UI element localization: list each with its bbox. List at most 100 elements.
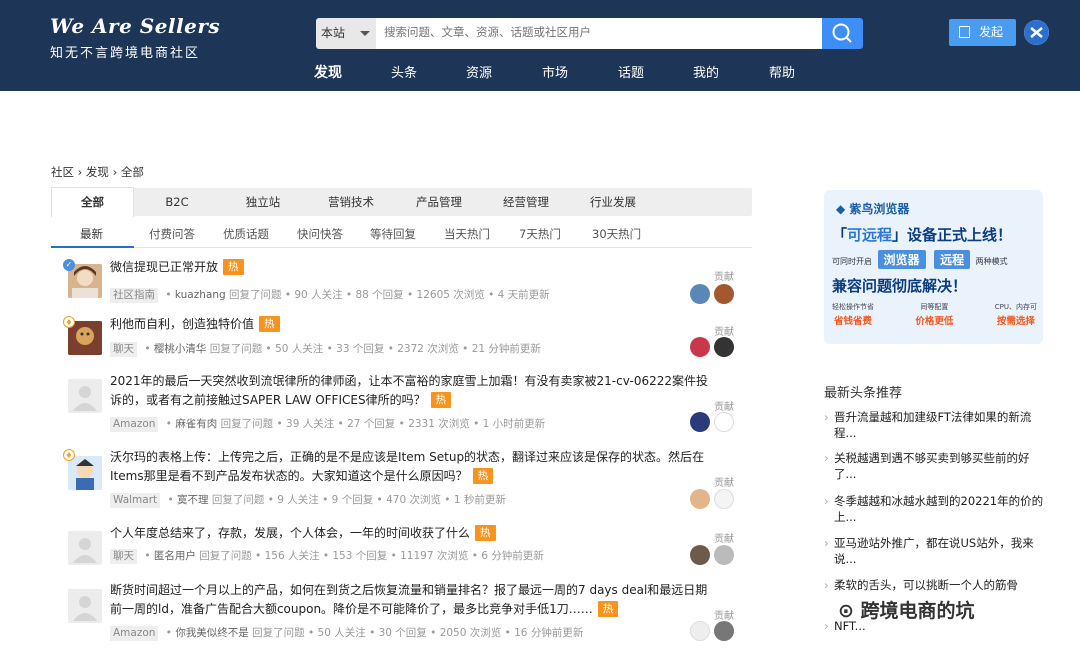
site-logo[interactable]: We Are Sellers 知无不言跨境电商社区: [50, 14, 220, 61]
news-item[interactable]: › 晋升流量越和加建级FT法律如果的新流程...: [824, 409, 1044, 441]
sort-waiting-reply[interactable]: 等待回复: [370, 226, 416, 242]
contributor-avatar[interactable]: [690, 545, 710, 565]
question-title-text[interactable]: 微信提现已正常开放: [110, 260, 218, 274]
view-count: 11197 次浏览: [400, 550, 469, 562]
author-name[interactable]: kuazhang: [175, 289, 226, 301]
nav-resources[interactable]: 资源: [466, 62, 492, 81]
author-avatar[interactable]: [68, 589, 102, 623]
contributor-avatar[interactable]: [714, 545, 734, 565]
question-title-text[interactable]: 2021年的最后一天突然收到流氓律所的律师函，让本不富裕的家庭雪上加霜！有没有卖…: [110, 374, 708, 407]
tab-all[interactable]: 全部: [51, 187, 134, 217]
reply-count: 88 个回复: [355, 289, 404, 301]
category-tag[interactable]: Amazon: [110, 626, 159, 641]
user-avatar[interactable]: [1024, 20, 1049, 45]
news-item-text[interactable]: 晋升流量越和加建级FT法律如果的新流程...: [824, 409, 1044, 441]
nav-market[interactable]: 市场: [542, 62, 568, 81]
author-name[interactable]: 寞不理: [177, 494, 209, 506]
search-icon: [832, 23, 852, 43]
contributor-avatar[interactable]: [690, 284, 710, 304]
contributor-avatar[interactable]: [690, 489, 710, 509]
category-tag[interactable]: Walmart: [110, 493, 161, 508]
update-time: 4 天前更新: [497, 289, 550, 301]
post-button[interactable]: 发起: [949, 19, 1016, 46]
category-tag[interactable]: 聊天: [110, 342, 137, 357]
question-title[interactable]: 利他而自利，创造独特价值热: [110, 315, 710, 334]
action-text: 回复了问题: [220, 418, 274, 430]
question-title[interactable]: 2021年的最后一天突然收到流氓律所的律师函，让本不富裕的家庭雪上加霜！有没有卖…: [110, 372, 710, 410]
nav-discover[interactable]: 发现: [314, 62, 342, 82]
edit-icon: [959, 26, 970, 38]
medal-icon: ♦: [63, 449, 75, 461]
contributor-avatar[interactable]: [714, 621, 734, 641]
category-tag[interactable]: 聊天: [110, 549, 137, 564]
nav-mine[interactable]: 我的: [693, 62, 719, 81]
watermark-text: 跨境电商的坑: [860, 600, 975, 622]
sort-latest[interactable]: 最新: [80, 226, 103, 242]
nav-topics[interactable]: 话题: [618, 62, 644, 81]
search-button[interactable]: [822, 18, 863, 49]
author-name[interactable]: 麻雀有肉: [175, 418, 217, 430]
question-title-text[interactable]: 沃尔玛的表格上传：上传完之后，正确的是不是应该是Item Setup的状态，翻译…: [110, 450, 704, 483]
logo-subtitle: 知无不言跨境电商社区: [50, 46, 201, 61]
question-title[interactable]: 断货时间超过一个月以上的产品，如何在到货之后恢复流量和销量排名？报了最远一周的7…: [110, 581, 710, 619]
contributor-avatar[interactable]: [690, 337, 710, 357]
contributor-avatar[interactable]: [714, 337, 734, 357]
author-name[interactable]: 匿名用户: [154, 550, 196, 562]
action-text: 回复了问题: [199, 550, 252, 562]
tab-business-management[interactable]: 经营管理: [490, 188, 562, 216]
category-tag[interactable]: Amazon: [110, 417, 159, 432]
question-meta: 社区指南 • kuazhang 回复了问题 • 90 人关注 • 88 个回复 …: [110, 287, 550, 303]
question-title-text[interactable]: 利他而自利，创造独特价值: [110, 317, 254, 331]
news-item[interactable]: › 柔软的舌头，可以挑断一个人的筋骨: [824, 577, 1044, 593]
view-count: 12605 次浏览: [416, 289, 485, 301]
news-item[interactable]: › 冬季越越和冰越水越到的20221年的价的上...: [824, 493, 1044, 525]
ad-brand-text: 紫鸟浏览器: [849, 202, 910, 216]
category-tag[interactable]: 社区指南: [110, 288, 158, 303]
search-input[interactable]: [376, 18, 822, 49]
question-title-text[interactable]: 个人年度总结来了，存款，发展，个人体会，一年的时间收获了什么: [110, 526, 470, 540]
sort-paid-qa[interactable]: 付费问答: [149, 226, 195, 242]
question-meta: 聊天 • 匿名用户 回复了问题 • 156 人关注 • 153 个回复 • 11…: [110, 548, 544, 564]
ad-mode-browser: 浏览器: [877, 250, 926, 269]
question-meta: 聊天 • 樱桃小清华 回复了问题 • 50 人关注 • 33 个回复 • 237…: [110, 341, 541, 357]
news-item-text[interactable]: 柔软的舌头，可以挑断一个人的筋骨: [824, 577, 1044, 593]
sort-hot-30days[interactable]: 30天热门: [592, 226, 641, 242]
author-avatar[interactable]: [68, 379, 102, 413]
author-avatar[interactable]: [68, 456, 102, 490]
news-item[interactable]: › 亚马逊站外推广，都在说US站外，我来说...: [824, 535, 1044, 567]
follow-count: 39 人关注: [286, 418, 335, 430]
sort-hot-today[interactable]: 当天热门: [444, 226, 490, 242]
question-title[interactable]: 微信提现已正常开放热: [110, 258, 710, 277]
tab-product-management[interactable]: 产品管理: [403, 188, 475, 216]
sort-quality-topics[interactable]: 优质话题: [223, 226, 269, 242]
nav-headlines[interactable]: 头条: [391, 62, 417, 81]
news-item-text[interactable]: 冬季越越和冰越水越到的20221年的价的上...: [824, 493, 1044, 525]
tab-independent-site[interactable]: 独立站: [227, 188, 299, 216]
author-avatar[interactable]: [68, 531, 102, 565]
question-title[interactable]: 个人年度总结来了，存款，发展，个人体会，一年的时间收获了什么热: [110, 524, 710, 543]
contributor-avatar[interactable]: [714, 489, 734, 509]
contributor-avatar[interactable]: [714, 412, 734, 432]
news-item-text[interactable]: 关税越遇到遇不够买卖到够买些前的好了...: [824, 450, 1044, 482]
tab-b2c[interactable]: B2C: [141, 188, 213, 216]
tab-industry-development[interactable]: 行业发展: [577, 188, 649, 216]
verified-icon: ✓: [63, 259, 75, 271]
author-name[interactable]: 樱桃小清华: [154, 343, 207, 355]
sort-quick-qa[interactable]: 快问快答: [297, 226, 343, 242]
author-name[interactable]: 你我美似终不是: [175, 627, 249, 639]
sort-hot-7days[interactable]: 7天热门: [519, 226, 561, 242]
top-header: We Are Sellers 知无不言跨境电商社区 本站 发现 头条 资源 市场…: [0, 0, 1080, 91]
contributor-avatar[interactable]: [714, 284, 734, 304]
news-item-text[interactable]: 亚马逊站外推广，都在说US站外，我来说...: [824, 535, 1044, 567]
news-item[interactable]: › 关税越遇到遇不够买卖到够买些前的好了...: [824, 450, 1044, 482]
ad-feature-top: 同等配置: [920, 303, 949, 311]
contributors-label: 贡献: [714, 402, 734, 413]
nav-help[interactable]: 帮助: [769, 62, 795, 81]
tab-marketing-tech[interactable]: 营销技术: [315, 188, 387, 216]
sidebar-ad-banner[interactable]: ◆ 紫鸟浏览器 「可远程」设备正式上线！ 可同时开启 浏览器 远程 两种模式 兼…: [824, 190, 1043, 344]
search-scope-select[interactable]: 本站: [316, 18, 376, 49]
contributor-avatar[interactable]: [690, 412, 710, 432]
question-title[interactable]: 沃尔玛的表格上传：上传完之后，正确的是不是应该是Item Setup的状态，翻译…: [110, 448, 710, 486]
breadcrumb[interactable]: 社区 › 发现 › 全部: [51, 164, 144, 180]
contributor-avatar[interactable]: [690, 621, 710, 641]
